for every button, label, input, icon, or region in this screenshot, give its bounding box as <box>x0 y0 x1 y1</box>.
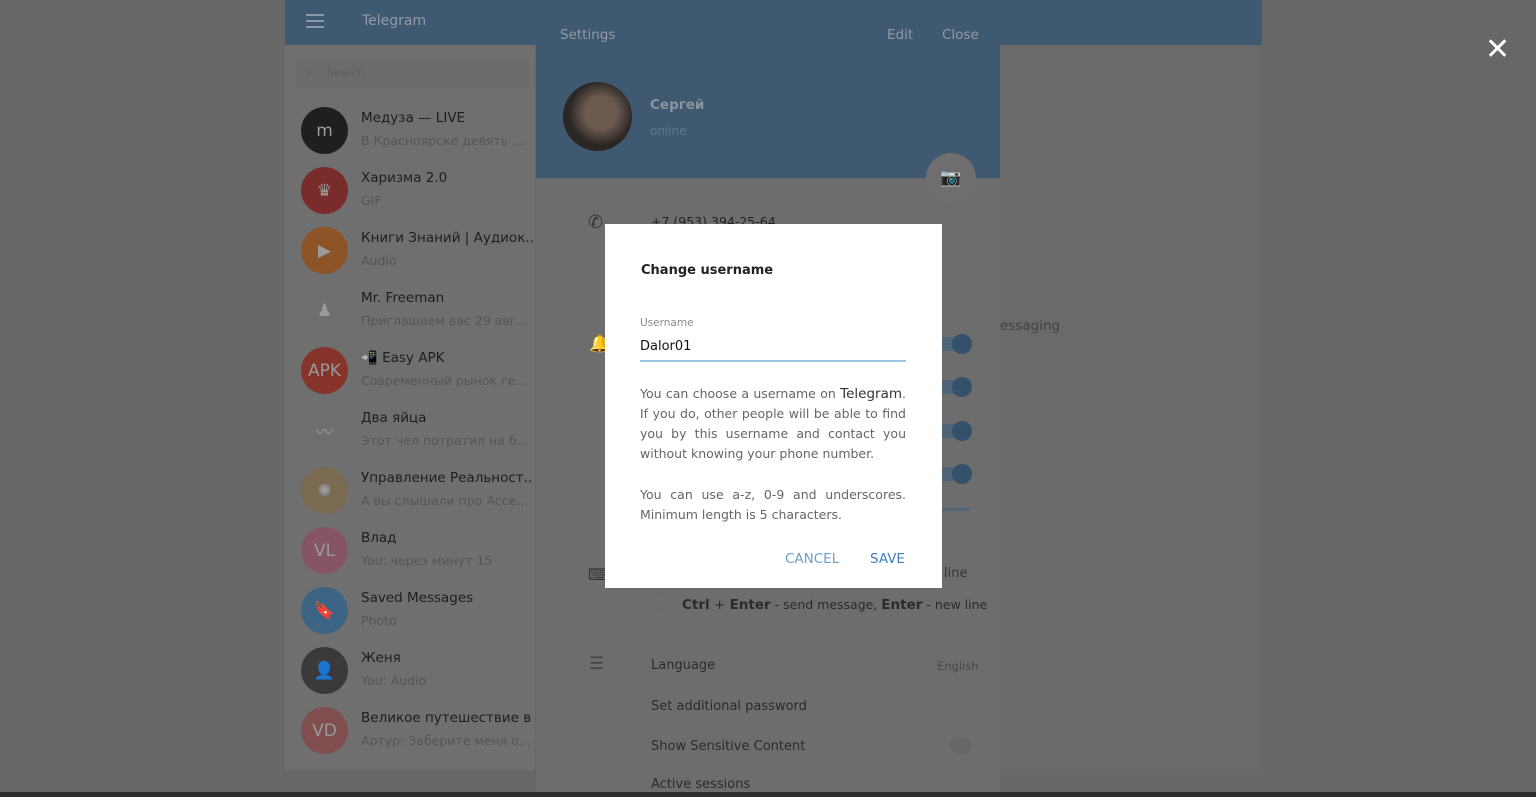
profile-avatar[interactable] <box>563 82 632 151</box>
chat-avatar: ♟ <box>301 287 348 334</box>
chat-preview: GIF <box>361 193 382 208</box>
camera-icon: 📷 <box>940 168 962 188</box>
language-row[interactable]: Language <box>651 658 715 673</box>
language-value[interactable]: English <box>937 659 979 673</box>
dialog-description: You can choose a username on Telegram. I… <box>640 386 906 461</box>
chat-name: Saved Messages <box>361 590 474 606</box>
chat-preview: Приглашаем вас 29 август... <box>361 313 533 328</box>
chat-preview: Audio <box>361 253 397 268</box>
chat-name: Медуза — LIVE <box>361 110 466 126</box>
chat-preview: You: через минут 15 <box>361 553 493 568</box>
ctrl-enter-label[interactable]: Ctrl + Enter - send message, Enter - new… <box>682 597 987 613</box>
username-label: Username <box>640 317 694 329</box>
chat-name: Книги Знаний | Аудиок... <box>361 230 533 246</box>
app-title: Telegram <box>362 13 427 29</box>
search-placeholder: Search <box>327 66 365 79</box>
sensitive-content-row[interactable]: Show Sensitive Content <box>651 739 805 754</box>
chat-name: Влад <box>361 530 397 546</box>
change-username-dialog: Change username Username Dalor01 You can… <box>605 224 942 588</box>
chat-item[interactable]: VD Великое путешествие в д Артур: Забери… <box>285 700 535 760</box>
chat-item[interactable]: 👤 Женя You: Audio <box>285 640 535 700</box>
settings-title: Settings <box>560 27 616 43</box>
settings-header: Settings Edit Close Сергей online <box>536 0 1000 178</box>
chat-preview: Этот чел потратил на био... <box>361 433 533 448</box>
ctrl-enter-radio[interactable] <box>652 597 671 616</box>
chat-item[interactable]: ▶ Книги Знаний | Аудиок... Audio <box>285 220 535 280</box>
profile-status: online <box>650 124 687 138</box>
save-button[interactable]: SAVE <box>870 551 905 567</box>
chat-name: 📲 Easy APK <box>361 350 445 366</box>
dialog-hint: You can use a-z, 0-9 and underscores. Mi… <box>640 487 906 522</box>
chat-avatar: 👤 <box>301 647 348 694</box>
chat-name: Mr. Freeman <box>361 290 445 306</box>
chat-name: Харизма 2.0 <box>361 170 448 186</box>
chat-avatar: APK <box>301 347 348 394</box>
change-photo-button[interactable]: 📷 <box>926 153 976 203</box>
chat-avatar: VL <box>301 527 348 574</box>
volume-slider[interactable] <box>940 508 970 511</box>
chat-preview: А вы слышали про Access ... <box>361 493 533 508</box>
set-password-row[interactable]: Set additional password <box>651 699 807 714</box>
username-input[interactable]: Dalor01 <box>640 336 906 362</box>
messaging-label: essaging <box>1000 318 1061 334</box>
chat-item[interactable]: ✺ Управление Реальност... А вы слышали п… <box>285 460 535 520</box>
hamburger-menu-icon[interactable] <box>306 14 324 28</box>
chat-preview: You: Audio <box>361 673 427 688</box>
chat-name: Женя <box>361 650 401 666</box>
line-label: line <box>944 566 968 581</box>
sensitive-content-toggle[interactable] <box>950 738 972 754</box>
chat-avatar: VD <box>301 707 348 754</box>
chat-name: Два яйца <box>361 410 427 426</box>
phone-icon: ✆ <box>588 212 604 233</box>
chat-name: Управление Реальност... <box>361 470 533 486</box>
search-icon: ⌕ <box>307 64 314 78</box>
chat-item[interactable]: APK 📲 Easy APK Современный рынок геймд..… <box>285 340 535 400</box>
chat-avatar: m <box>301 107 348 154</box>
main-area <box>1000 45 1262 770</box>
chat-avatar: 〰 <box>301 407 348 454</box>
language-icon: ☰ <box>589 654 605 674</box>
active-sessions-row[interactable]: Active sessions <box>651 777 750 792</box>
search-input[interactable]: ⌕ Search <box>297 58 529 88</box>
close-overlay-icon[interactable]: ✕ <box>1485 32 1510 67</box>
edit-button[interactable]: Edit <box>887 27 913 43</box>
chat-avatar: ♛ <box>301 167 348 214</box>
chat-name: Великое путешествие в д <box>361 710 533 726</box>
chat-preview: Артур: Заберите меня отсюд <box>361 733 533 748</box>
bottom-strip <box>0 792 1536 797</box>
chat-item[interactable]: 🔖 Saved Messages Photo <box>285 580 535 640</box>
chat-preview: Photo <box>361 613 397 628</box>
dialog-title: Change username <box>641 263 774 278</box>
chat-item[interactable]: ♟ Mr. Freeman Приглашаем вас 29 август..… <box>285 280 535 340</box>
chat-avatar: ▶ <box>301 227 348 274</box>
chat-avatar: ✺ <box>301 467 348 514</box>
chat-item[interactable]: 〰 Два яйца Этот чел потратил на био... <box>285 400 535 460</box>
chat-preview: В Красноярске девять шко... <box>361 133 533 148</box>
close-button[interactable]: Close <box>942 27 979 43</box>
cancel-button[interactable]: CANCEL <box>785 551 839 567</box>
chat-preview: Современный рынок геймд... <box>361 373 533 388</box>
chat-item[interactable]: m Медуза — LIVE В Красноярске девять шко… <box>285 100 535 160</box>
profile-name: Сергей <box>650 97 705 113</box>
chat-avatar: 🔖 <box>301 587 348 634</box>
chat-item[interactable]: VL Влад You: через минут 15 <box>285 520 535 580</box>
chat-item[interactable]: ♛ Харизма 2.0 GIF <box>285 160 535 220</box>
